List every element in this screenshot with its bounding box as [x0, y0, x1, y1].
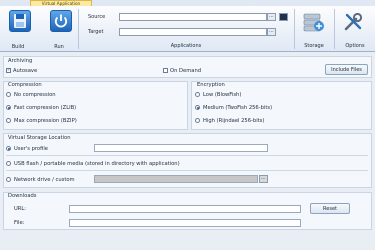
compression-radio-none[interactable] [6, 92, 11, 97]
ribbon-separator [334, 9, 335, 49]
ribbon-separator [78, 9, 79, 49]
source-label: Source [88, 14, 106, 20]
applications-group-label: Applications [170, 43, 202, 49]
autosave-label: Autosave [13, 68, 38, 74]
downloads-title: Downloads [8, 193, 37, 199]
storage-radio-network[interactable] [6, 177, 11, 182]
source-folder-icon[interactable] [279, 13, 288, 21]
divider [6, 155, 368, 156]
url-field[interactable] [69, 205, 301, 213]
target-label: Target [88, 29, 104, 35]
storage-add-icon [303, 11, 325, 33]
encryption-radio-high[interactable] [195, 118, 200, 123]
file-field[interactable] [69, 219, 301, 227]
storage-label: Storage [304, 43, 324, 49]
compression-radio-max[interactable] [6, 118, 11, 123]
run-button[interactable]: Run [44, 6, 74, 52]
on-demand-checkbox[interactable] [163, 68, 168, 73]
build-button[interactable]: Build [3, 6, 33, 52]
power-icon [50, 10, 72, 32]
save-disk-icon [9, 10, 31, 32]
ribbon-separator [294, 9, 295, 49]
build-label: Build [11, 44, 25, 50]
encryption-option-label: Low (BlowFish) [203, 92, 242, 98]
storage-option-label: USB flash / portable media (stored in di… [14, 161, 180, 167]
compression-option-label: Max compression (BZIP) [14, 118, 77, 124]
source-browse-button[interactable]: ⋯ [267, 13, 276, 21]
file-label: File: [14, 220, 25, 226]
compression-title: Compression [8, 82, 42, 88]
reset-button[interactable]: Reset [310, 203, 350, 214]
compression-option-label: Fast compression (ZLIB) [14, 105, 77, 111]
storage-option-label: Network drive / custom [14, 177, 75, 183]
compression-radio-fast[interactable] [6, 105, 11, 110]
network-path-field [94, 175, 258, 183]
archiving-title: Archiving [8, 58, 33, 64]
source-field[interactable] [119, 13, 267, 21]
storage-location-title: Virtual Storage Location [8, 135, 71, 141]
encryption-radio-medium[interactable] [195, 105, 200, 110]
options-label: Options [345, 43, 365, 49]
include-files-button[interactable]: Include Files [325, 64, 368, 75]
storage-radio-user-profile[interactable] [6, 146, 11, 151]
network-browse-icon: ⋯ [259, 175, 268, 183]
target-field[interactable] [119, 28, 267, 36]
url-label: URL: [14, 206, 27, 212]
divider [6, 170, 368, 171]
encryption-title: Encryption [197, 82, 225, 88]
archiving-panel [3, 56, 372, 78]
autosave-checkbox[interactable]: ✓ [6, 68, 11, 73]
encryption-option-label: High (Rijndael 256-bits) [203, 118, 265, 124]
storage-option-label: User's profile [14, 146, 48, 152]
on-demand-label: On Demand [170, 68, 202, 74]
storage-radio-usb[interactable] [6, 161, 11, 166]
encryption-option-label: Medium (TwoFish 256-bits) [203, 105, 273, 111]
compression-option-label: No compression [14, 92, 56, 98]
user-profile-path-field[interactable] [94, 144, 268, 152]
tools-icon [342, 11, 364, 33]
encryption-radio-low[interactable] [195, 92, 200, 97]
run-label: Run [54, 44, 64, 50]
target-browse-button[interactable]: ⋯ [267, 28, 276, 36]
